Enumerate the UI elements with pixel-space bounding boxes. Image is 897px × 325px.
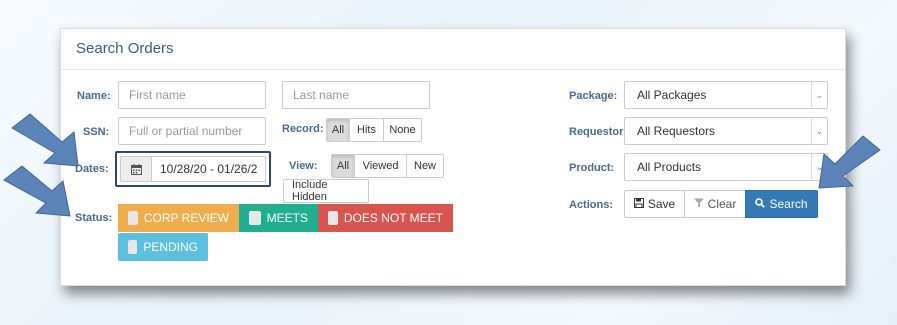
product-select-value: All Products xyxy=(637,160,702,174)
status-meets-label: MEETS xyxy=(266,211,308,225)
floppy-icon xyxy=(633,197,644,211)
chevron-down-icon: ⌄ xyxy=(811,118,827,144)
status-pending[interactable]: PENDING xyxy=(118,233,208,261)
dates-label: Dates: xyxy=(75,163,109,175)
filter-icon xyxy=(693,198,704,211)
title-divider xyxy=(61,69,845,70)
date-range-input[interactable]: 10/28/20 - 01/26/2 xyxy=(152,156,266,182)
chevron-down-icon: ⌄ xyxy=(811,154,827,180)
clear-button[interactable]: Clear xyxy=(684,190,746,218)
requestor-select-value: All Requestors xyxy=(637,124,716,138)
record-hits-button[interactable]: Hits xyxy=(349,118,384,142)
actions-label: Actions: xyxy=(569,199,613,211)
panel-title: Search Orders xyxy=(76,40,174,57)
view-button-group: All Viewed New xyxy=(331,154,444,178)
chevron-down-icon: ⌄ xyxy=(811,82,827,108)
package-select-value: All Packages xyxy=(637,88,707,102)
status-pending-label: PENDING xyxy=(143,240,198,254)
view-viewed-button[interactable]: Viewed xyxy=(354,154,407,178)
package-label: Package: xyxy=(569,90,618,102)
last-name-input[interactable] xyxy=(282,81,430,109)
status-label: Status: xyxy=(75,212,113,224)
calendar-icon[interactable] xyxy=(120,156,152,182)
view-all-button[interactable]: All xyxy=(331,154,355,178)
search-button[interactable]: Search xyxy=(745,190,818,218)
ssn-input[interactable] xyxy=(118,117,266,145)
product-label: Product: xyxy=(569,162,615,174)
checkbox[interactable] xyxy=(249,211,261,225)
checkbox[interactable] xyxy=(128,240,138,254)
status-does-not-meet-label: DOES NOT MEET xyxy=(343,211,443,225)
status-corp-review-label: CORP REVIEW xyxy=(143,211,229,225)
package-select[interactable]: All Packages ⌄ xyxy=(624,81,828,109)
first-name-input[interactable] xyxy=(118,81,266,109)
search-button-label: Search xyxy=(769,197,808,211)
requestor-select[interactable]: All Requestors ⌄ xyxy=(624,117,828,145)
search-orders-panel: Search Orders Name: SSN: Dates: Status: … xyxy=(60,28,846,286)
checkbox[interactable] xyxy=(128,211,138,225)
actions-button-group: Save Clear Search xyxy=(624,190,818,218)
save-button[interactable]: Save xyxy=(624,190,685,218)
product-select[interactable]: All Products ⌄ xyxy=(624,153,828,181)
status-does-not-meet[interactable]: DOES NOT MEET xyxy=(318,204,453,232)
date-range-highlight: 10/28/20 - 01/26/2 xyxy=(115,151,271,187)
record-button-group: All Hits None xyxy=(326,118,422,142)
record-label: Record: xyxy=(282,123,324,135)
name-label: Name: xyxy=(77,90,111,102)
view-new-button[interactable]: New xyxy=(406,154,444,178)
checkbox[interactable] xyxy=(328,211,338,225)
record-none-button[interactable]: None xyxy=(383,118,422,142)
requestor-label: Requestor: xyxy=(569,126,628,138)
view-label: View: xyxy=(289,160,318,172)
ssn-label: SSN: xyxy=(83,126,110,138)
clear-button-label: Clear xyxy=(707,197,737,211)
status-corp-review[interactable]: CORP REVIEW xyxy=(118,204,239,232)
include-hidden-button[interactable]: Include Hidden xyxy=(283,179,369,203)
magnifier-icon xyxy=(755,197,766,211)
save-button-label: Save xyxy=(647,197,676,211)
status-meets[interactable]: MEETS xyxy=(239,204,318,232)
record-all-button[interactable]: All xyxy=(326,118,350,142)
